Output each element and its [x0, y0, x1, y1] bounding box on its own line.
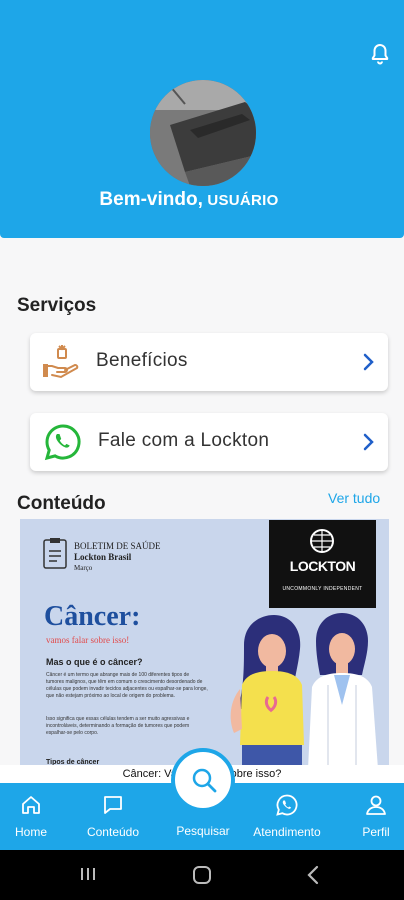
lockton-logo-block: LOCKTON UNCOMMONLY INDEPENDENT — [269, 520, 376, 608]
chevron-right-icon — [363, 433, 374, 451]
banner-subheadline: vamos falar sobre isso! — [46, 635, 130, 645]
system-nav-bar — [0, 850, 404, 900]
home-icon — [22, 796, 40, 814]
banner-headline: Câncer: — [44, 601, 141, 632]
search-button[interactable] — [171, 748, 235, 812]
content-section-title: Conteúdo — [17, 493, 106, 514]
tab-content[interactable]: Conteúdo — [76, 783, 150, 850]
hand-gift-icon — [43, 345, 79, 379]
home-nav-icon[interactable] — [191, 864, 213, 886]
service-label-benefits: Benefícios — [96, 350, 188, 371]
bulletin-sub: Lockton Brasil — [74, 552, 132, 562]
tab-label-profile: Perfil — [362, 825, 390, 839]
bulletin-date: Março — [74, 564, 93, 572]
back-icon[interactable] — [305, 864, 321, 886]
tab-support[interactable]: Atendimento — [243, 783, 331, 850]
person-icon — [366, 795, 386, 815]
service-label-contact: Fale com a Lockton — [98, 430, 270, 451]
tab-profile[interactable]: Perfil — [350, 783, 402, 850]
globe-icon — [310, 529, 334, 553]
tab-label-support: Atendimento — [253, 825, 321, 839]
profile-header: Bem-vindo, USUÁRIO — [0, 0, 404, 238]
chevron-right-icon — [363, 353, 374, 371]
clipboard-icon — [43, 538, 67, 569]
tab-home[interactable]: Home — [0, 783, 62, 850]
brand-tagline: UNCOMMONLY INDEPENDENT — [282, 586, 363, 592]
whatsapp-icon — [276, 794, 298, 816]
banner-paragraph-2: Isso significa que essas células tendem … — [46, 716, 190, 736]
service-card-contact[interactable]: Fale com a Lockton — [30, 413, 388, 471]
welcome-username: USUÁRIO — [207, 192, 279, 209]
tab-label-search: Pesquisar — [176, 824, 230, 838]
see-all-link[interactable]: Ver tudo — [328, 490, 380, 506]
bulletin-title: BOLETIM DE SAÚDE — [74, 541, 161, 551]
avatar[interactable] — [150, 80, 256, 186]
app-screen: Bem-vindo, USUÁRIO Serviços Benefícios F… — [0, 0, 404, 900]
banner-question: Mas o que é o câncer? — [46, 657, 143, 667]
services-section-title: Serviços — [17, 295, 97, 316]
content-banner[interactable]: BOLETIM DE SAÚDE Lockton Brasil Março LO… — [20, 519, 389, 769]
welcome-greeting: Bem-vindo, — [99, 189, 203, 210]
chat-bubble-icon — [104, 796, 122, 814]
search-icon — [192, 768, 217, 793]
notification-bell-icon[interactable] — [368, 42, 392, 66]
recent-apps-icon[interactable] — [78, 864, 98, 884]
tab-label-content: Conteúdo — [86, 825, 140, 839]
welcome-text: Bem-vindo, USUÁRIO — [0, 189, 378, 211]
tab-label-home: Home — [14, 825, 47, 839]
service-card-benefits[interactable]: Benefícios — [30, 333, 388, 391]
whatsapp-icon — [44, 424, 81, 461]
brand-name: LOCKTON — [289, 558, 356, 574]
banner-paragraph-1: Câncer é um termo que abrange mais de 10… — [46, 672, 208, 699]
women-illustration — [230, 613, 378, 769]
